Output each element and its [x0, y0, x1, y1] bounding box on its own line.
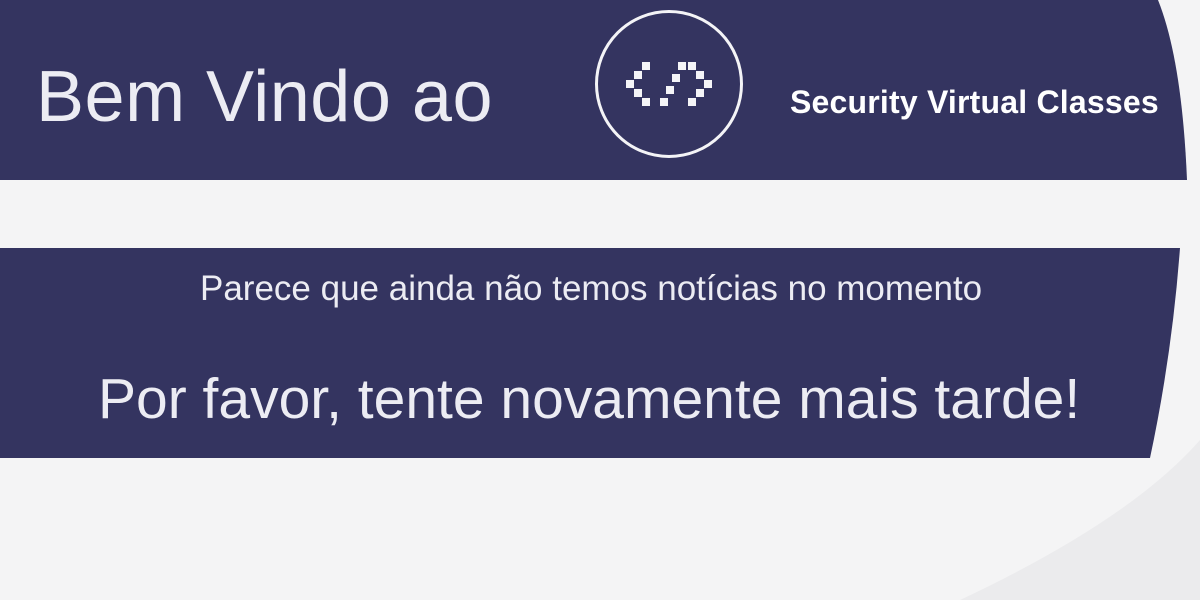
background-corner-shadow [960, 440, 1200, 600]
brand-name: Security Virtual Classes [790, 84, 1159, 120]
welcome-heading: Bem Vindo ao [36, 57, 493, 137]
retry-message: Por favor, tente novamente mais tarde! [98, 367, 1081, 431]
code-brackets-icon [626, 62, 712, 106]
no-news-message: Parece que ainda não temos notícias no m… [200, 269, 983, 308]
logo [595, 10, 743, 158]
